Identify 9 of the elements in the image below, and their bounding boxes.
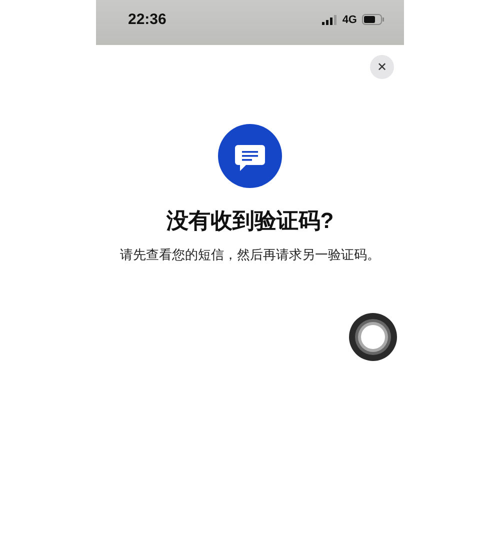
battery-icon (362, 14, 384, 25)
message-icon (218, 124, 282, 188)
status-time: 22:36 (128, 11, 166, 28)
dialog-title: 没有收到验证码? (166, 207, 334, 235)
close-button[interactable]: ✕ (370, 55, 394, 79)
dialog-message: 请先查看您的短信，然后再请求另一验证码。 (120, 246, 380, 264)
assistive-touch-button[interactable] (349, 313, 397, 361)
signal-icon (322, 14, 338, 24)
network-label: 4G (342, 14, 357, 26)
